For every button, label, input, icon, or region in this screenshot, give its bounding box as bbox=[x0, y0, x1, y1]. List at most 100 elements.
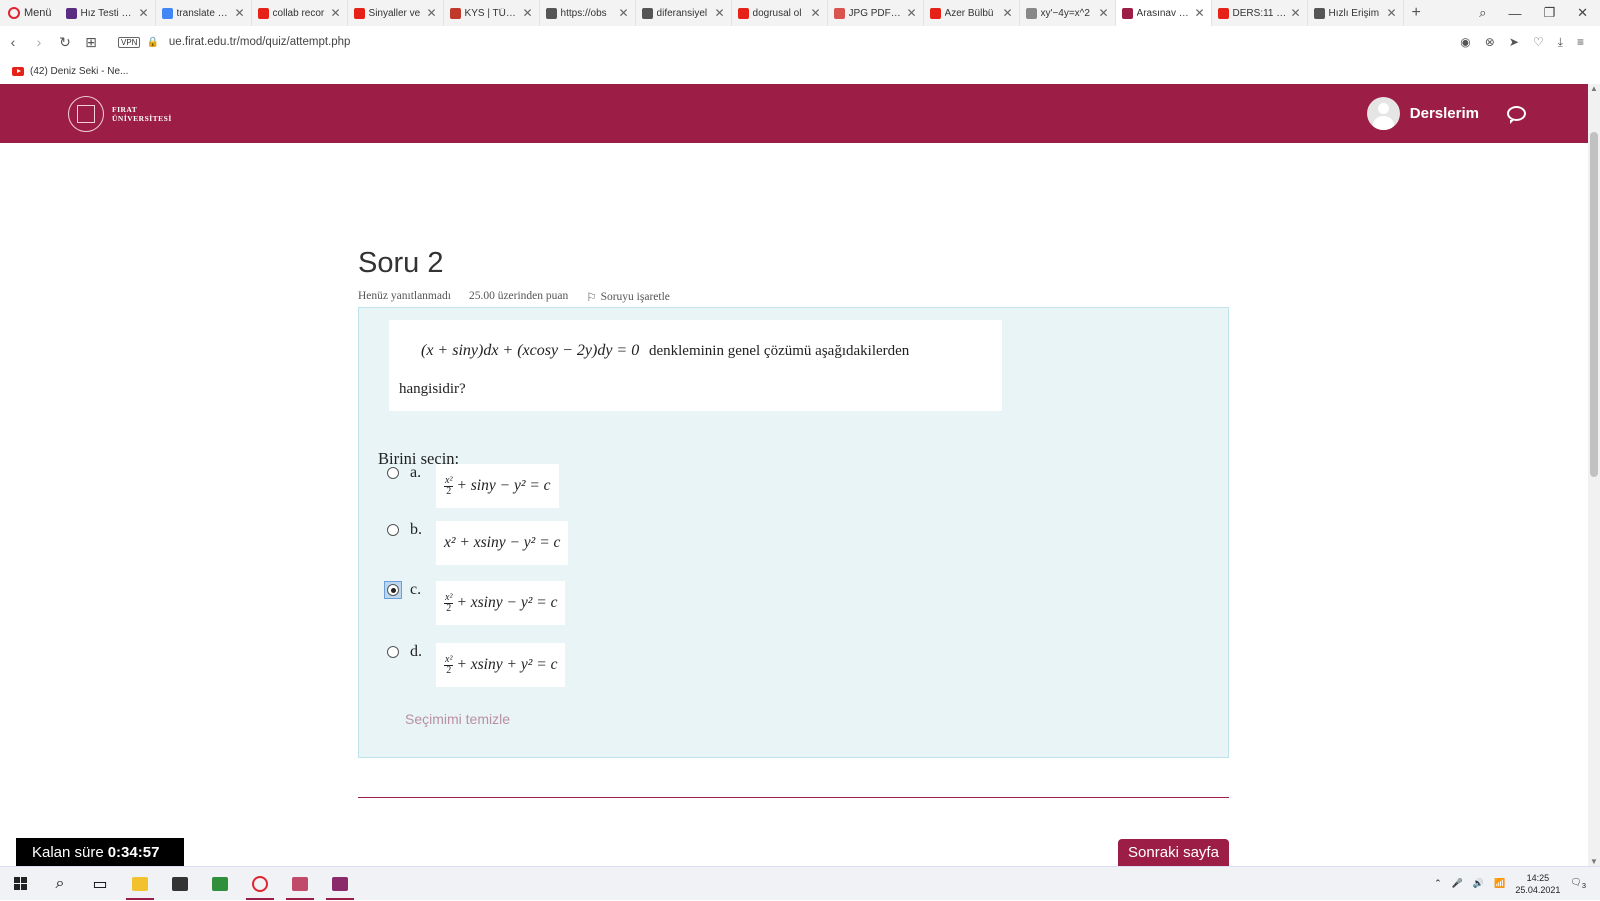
close-tab-icon[interactable]: ✕ bbox=[810, 6, 820, 20]
answer-option[interactable]: a. x² 2 + siny − y² = c bbox=[384, 464, 559, 508]
heart-icon[interactable]: ♡ bbox=[1533, 35, 1544, 50]
divider bbox=[358, 797, 1229, 798]
close-tab-icon[interactable]: ✕ bbox=[330, 6, 340, 20]
browser-tab[interactable]: collab recor ✕ bbox=[252, 0, 348, 26]
close-tab-icon[interactable]: ✕ bbox=[906, 6, 916, 20]
radio-button[interactable] bbox=[387, 467, 399, 479]
tab-title: https://obs bbox=[560, 7, 607, 19]
system-tray: ⌃ 🎤 🔊 📶 14:25 25.04.2021 🗨3 bbox=[1434, 872, 1600, 896]
fraction: x² 2 bbox=[444, 474, 454, 497]
next-page-button[interactable]: Sonraki sayfa bbox=[1118, 839, 1229, 866]
close-tab-icon[interactable]: ✕ bbox=[1386, 6, 1396, 20]
restore-button[interactable]: ❐ bbox=[1543, 5, 1555, 21]
back-button[interactable]: ‹ bbox=[0, 34, 26, 50]
close-tab-icon[interactable]: ✕ bbox=[426, 6, 436, 20]
browser-tab[interactable]: DERS:11 KA ✕ bbox=[1212, 0, 1308, 26]
vpn-badge[interactable]: VPN bbox=[118, 36, 141, 48]
avatar[interactable] bbox=[1366, 97, 1400, 130]
search-tabs-icon[interactable]: ⌕ bbox=[1479, 5, 1486, 21]
browser-tab[interactable]: Hızlı Erişim ✕ bbox=[1308, 0, 1404, 26]
opera-taskbar-icon[interactable] bbox=[240, 867, 280, 901]
notification-icon[interactable]: 🗨3 bbox=[1570, 877, 1586, 890]
close-tab-icon[interactable]: ✕ bbox=[618, 6, 628, 20]
network-icon[interactable]: 📶 bbox=[1494, 878, 1505, 889]
radio-button[interactable] bbox=[387, 584, 399, 596]
clock[interactable]: 14:25 25.04.2021 bbox=[1515, 872, 1560, 896]
answer-option[interactable]: b. x² + xsiny − y² = c bbox=[384, 521, 569, 565]
page-scrollbar[interactable]: ▲ ▼ bbox=[1588, 84, 1600, 866]
speed-dial-icon[interactable]: ⊞ bbox=[78, 34, 104, 51]
close-tab-icon[interactable]: ✕ bbox=[522, 6, 532, 20]
answer-radio[interactable] bbox=[384, 464, 402, 482]
scroll-thumb[interactable] bbox=[1590, 132, 1598, 477]
courses-link[interactable]: Derslerim bbox=[1410, 105, 1479, 122]
tab-favicon-icon bbox=[1025, 7, 1037, 19]
bookmark-item[interactable]: (42) Deniz Seki - Ne... bbox=[30, 66, 128, 77]
answer-option[interactable]: c. x² 2 + xsiny − y² = c bbox=[384, 581, 566, 625]
clear-choice-link[interactable]: Seçimimi temizle bbox=[405, 711, 510, 727]
youtube-icon bbox=[12, 66, 24, 76]
radio-button[interactable] bbox=[387, 646, 399, 658]
close-tab-icon[interactable]: ✕ bbox=[1002, 6, 1012, 20]
close-tab-icon[interactable]: ✕ bbox=[1098, 6, 1108, 20]
url-field[interactable]: ue.firat.edu.tr/mod/quiz/attempt.php bbox=[169, 36, 351, 48]
store-icon[interactable] bbox=[160, 867, 200, 901]
browser-tab[interactable]: KYS | TÜRK ✕ bbox=[444, 0, 540, 26]
browser-tab[interactable]: Arasınav (sa ✕ bbox=[1115, 0, 1212, 26]
file-explorer-icon[interactable] bbox=[120, 867, 160, 901]
question-text: (x + siny)dx + (xcosy − 2y)dy = 0 denkle… bbox=[389, 320, 1002, 411]
close-tab-icon[interactable]: ✕ bbox=[234, 6, 244, 20]
app-icon[interactable] bbox=[200, 867, 240, 901]
close-tab-icon[interactable]: ✕ bbox=[138, 6, 148, 20]
scroll-up-icon[interactable]: ▲ bbox=[1590, 84, 1598, 93]
browser-tab[interactable]: diferansiyel ✕ bbox=[636, 0, 732, 26]
answer-radio[interactable] bbox=[384, 581, 402, 599]
block-ads-icon[interactable]: ⊗ bbox=[1485, 35, 1495, 50]
lock-icon[interactable]: 🔒 bbox=[146, 37, 158, 48]
scroll-down-icon[interactable]: ▼ bbox=[1590, 857, 1598, 866]
browser-tab[interactable]: Sinyaller ve ✕ bbox=[348, 0, 444, 26]
browser-tab[interactable]: dogrusal ol ✕ bbox=[732, 0, 828, 26]
tab-title: diferansiyel bbox=[656, 7, 708, 19]
task-view-icon[interactable]: ▭ bbox=[80, 867, 120, 901]
forward-button[interactable]: › bbox=[26, 34, 52, 50]
tab-title: Sinyaller ve bbox=[368, 7, 421, 19]
snapshot-icon[interactable]: ◉ bbox=[1460, 35, 1470, 50]
close-tab-icon[interactable]: ✕ bbox=[1194, 6, 1204, 20]
browser-tab[interactable]: Hız Testi - Sp ✕ bbox=[60, 0, 156, 26]
browser-tab[interactable]: translate - G ✕ bbox=[156, 0, 252, 26]
answer-radio[interactable] bbox=[384, 521, 402, 539]
answer-radio[interactable] bbox=[384, 643, 402, 661]
download-icon[interactable]: ⤓ bbox=[1558, 35, 1563, 50]
minimize-button[interactable]: — bbox=[1508, 6, 1521, 21]
answer-option[interactable]: d. x² 2 + xsiny + y² = c bbox=[384, 643, 566, 687]
browser-tab[interactable]: https://obs ✕ bbox=[540, 0, 636, 26]
microphone-icon[interactable]: 🎤 bbox=[1452, 878, 1463, 889]
option-letter: b. bbox=[410, 521, 422, 538]
bookmarks-bar: (42) Deniz Seki - Ne... bbox=[0, 58, 1600, 84]
question-meta: Henüz yanıtlanmadı 25.00 üzerinden puan … bbox=[358, 290, 670, 304]
volume-icon[interactable]: 🔊 bbox=[1473, 878, 1484, 889]
start-button[interactable] bbox=[0, 867, 40, 901]
browser-tab[interactable]: Azer Bülbü ✕ bbox=[924, 0, 1020, 26]
easy-setup-icon[interactable]: ≡ bbox=[1577, 35, 1584, 50]
reload-button[interactable]: ↻ bbox=[52, 34, 78, 51]
close-tab-icon[interactable]: ✕ bbox=[714, 6, 724, 20]
close-tab-icon[interactable]: ✕ bbox=[1290, 6, 1300, 20]
browser-tab[interactable]: JPG PDF Çe ✕ bbox=[828, 0, 924, 26]
chat-icon[interactable] bbox=[1507, 106, 1526, 124]
close-window-button[interactable]: ✕ bbox=[1577, 5, 1588, 21]
flag-question-link[interactable]: ⚐ Soruyu işaretle bbox=[586, 290, 670, 304]
opera-window2-icon[interactable] bbox=[320, 867, 360, 901]
send-icon[interactable]: ➤ bbox=[1509, 35, 1519, 50]
opera-window-icon[interactable] bbox=[280, 867, 320, 901]
radio-button[interactable] bbox=[387, 524, 399, 536]
new-tab-button[interactable]: + bbox=[1404, 4, 1429, 22]
tab-title: Hız Testi - Sp bbox=[80, 7, 135, 19]
university-logo[interactable]: FIRAT ÜNİVERSİTESİ bbox=[68, 95, 172, 132]
browser-menu-button[interactable]: Menü bbox=[0, 0, 60, 26]
tray-chevron-icon[interactable]: ⌃ bbox=[1434, 878, 1442, 889]
tab-title: Azer Bülbü bbox=[944, 7, 994, 19]
search-icon[interactable]: ⌕ bbox=[40, 867, 80, 901]
browser-tab[interactable]: xy'−4y=x^2 ✕ bbox=[1020, 0, 1116, 26]
